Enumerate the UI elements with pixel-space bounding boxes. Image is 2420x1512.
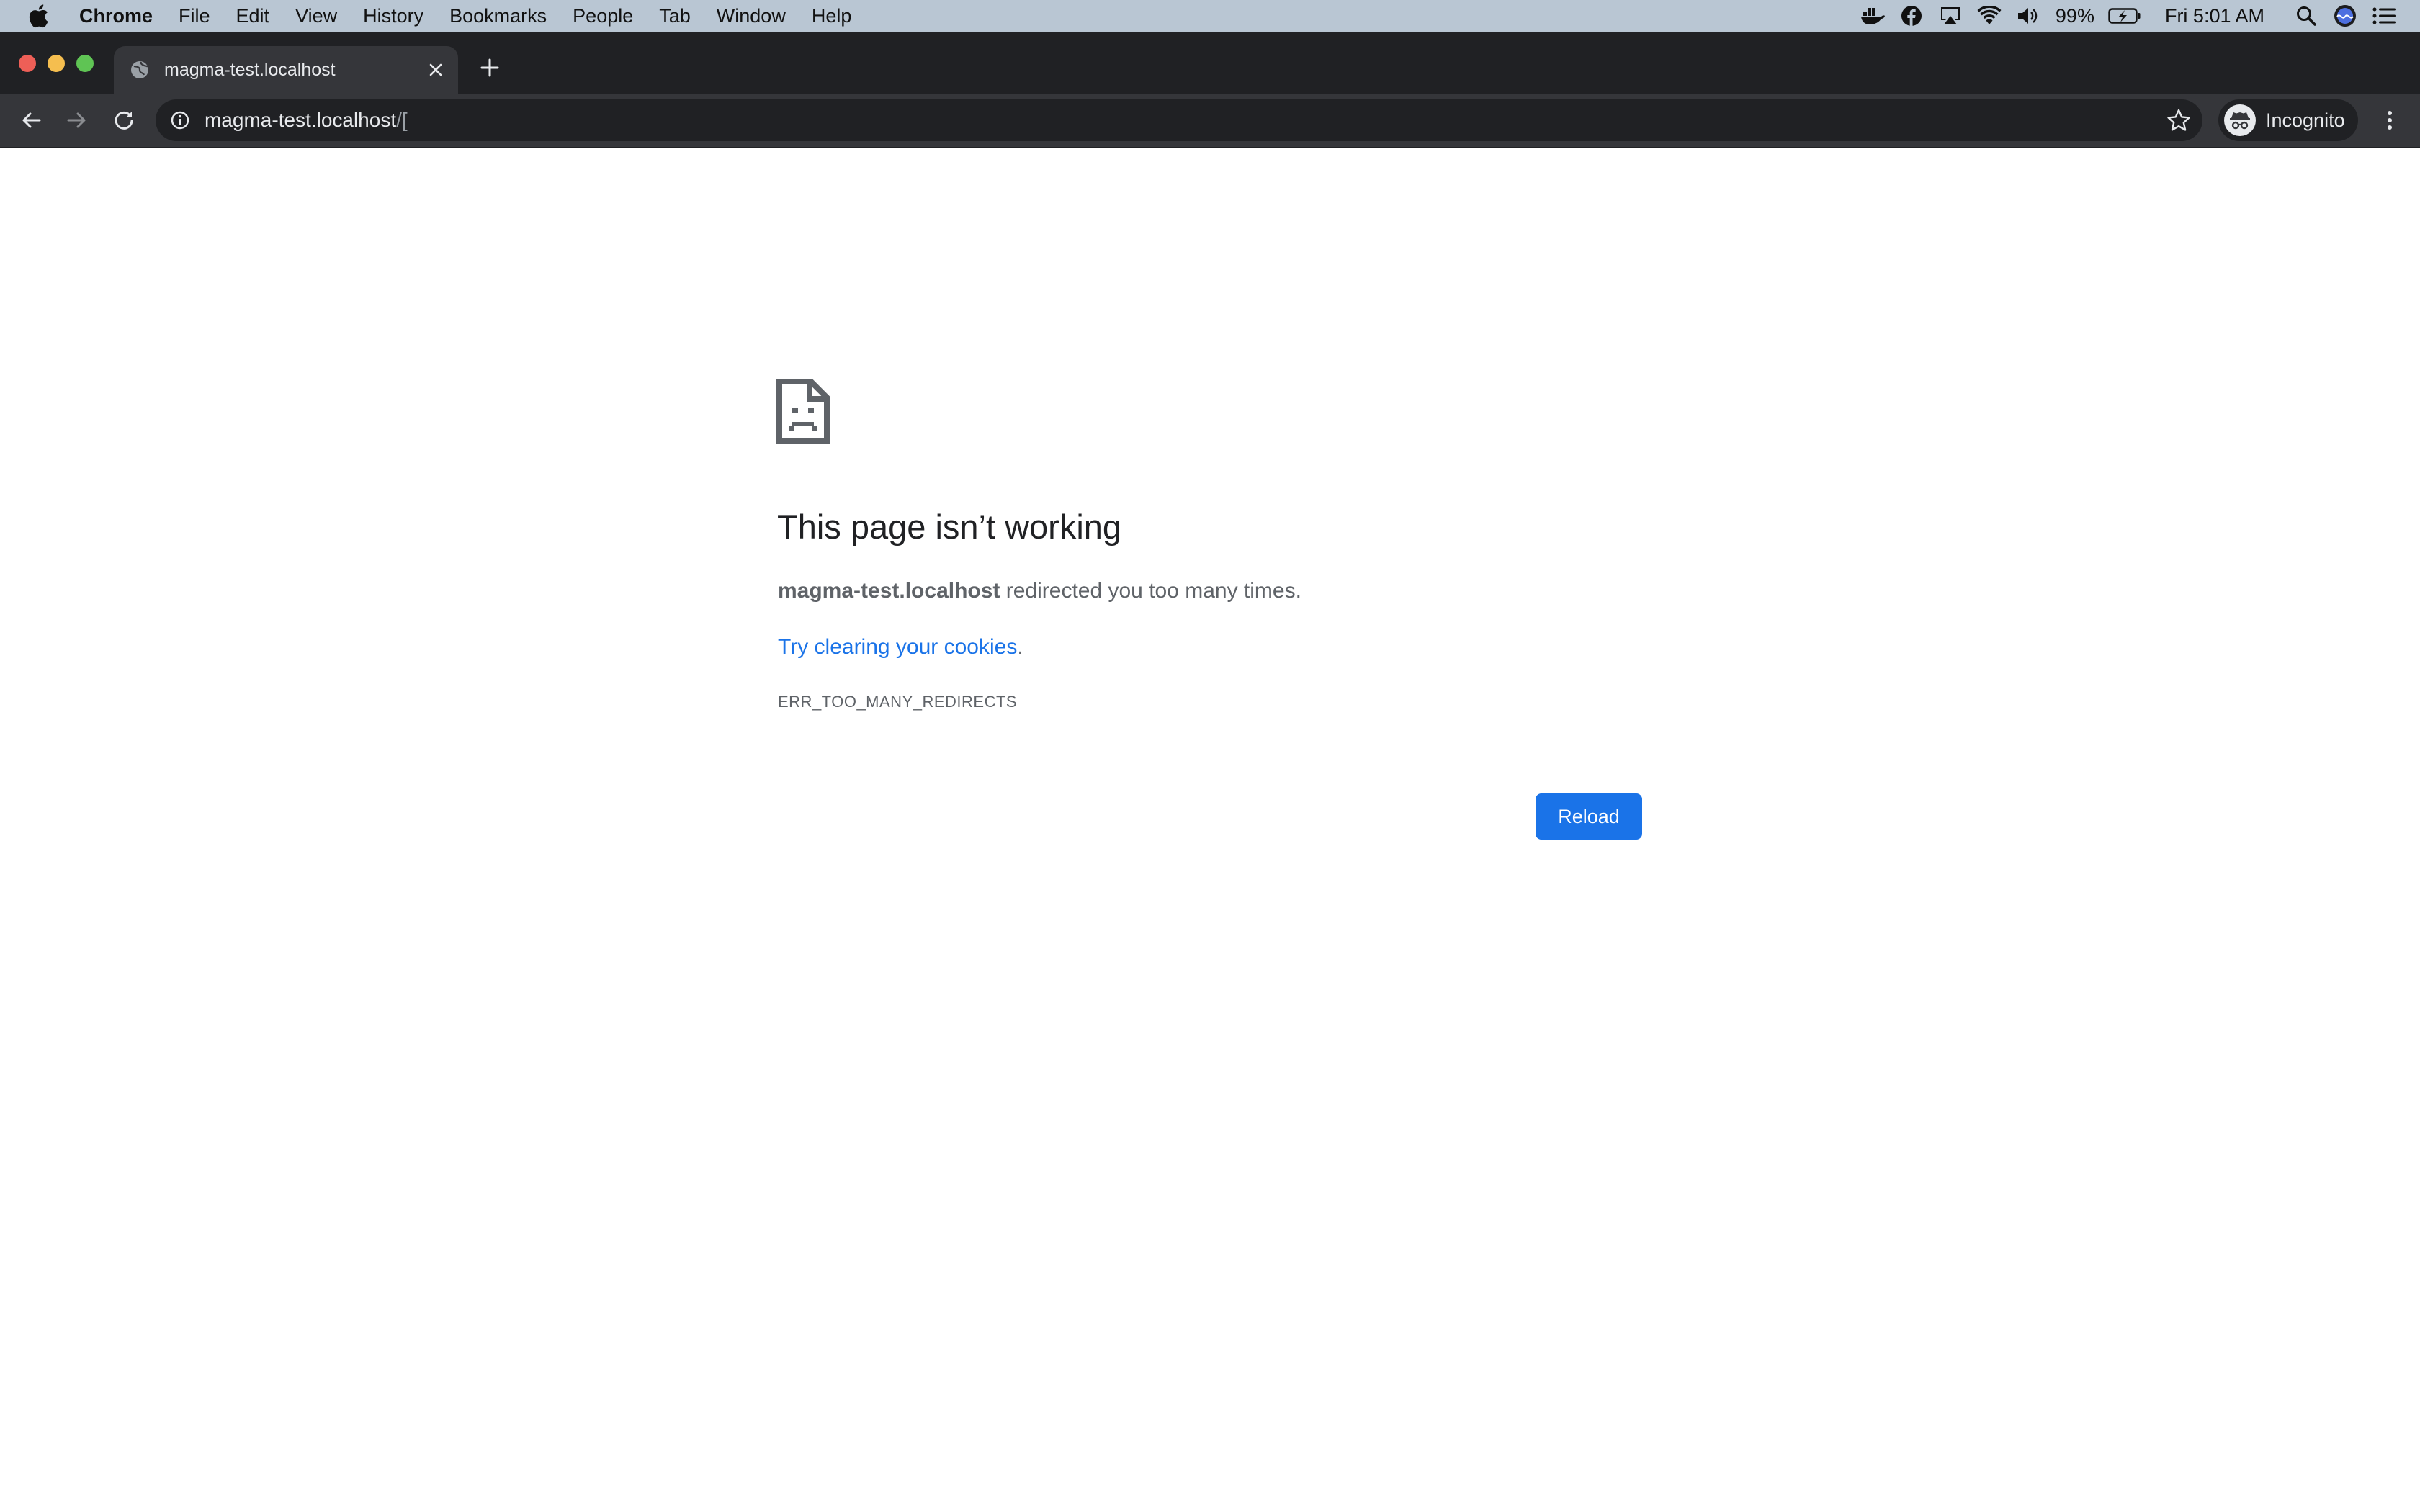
- apple-icon[interactable]: [27, 3, 50, 29]
- url-host: magma-test.localhost: [205, 109, 397, 131]
- page-content: This page isn’t working magma-test.local…: [0, 148, 2420, 1512]
- close-tab-icon[interactable]: [424, 58, 448, 82]
- forward-arrow-icon[interactable]: [59, 103, 94, 138]
- reload-button[interactable]: Reload: [1536, 793, 1642, 840]
- menu-people[interactable]: People: [573, 5, 633, 27]
- more-menu-icon[interactable]: [2375, 103, 2404, 138]
- menu-tab[interactable]: Tab: [659, 5, 691, 27]
- wifi-icon[interactable]: [1976, 3, 2002, 29]
- battery-percent: 99%: [2055, 4, 2094, 27]
- url-path: /[: [396, 109, 408, 131]
- incognito-profile-button[interactable]: Incognito: [2218, 99, 2358, 141]
- incognito-icon: [2224, 104, 2256, 136]
- menubar-clock[interactable]: Fri 5:01 AM: [2165, 5, 2264, 27]
- back-arrow-icon[interactable]: [14, 103, 49, 138]
- facebook-icon[interactable]: [1899, 3, 1924, 29]
- siri-icon[interactable]: [2332, 3, 2358, 29]
- menu-window[interactable]: Window: [717, 5, 786, 27]
- app-menu: Chrome File Edit View History Bookmarks …: [79, 5, 877, 27]
- mac-menu-bar: Chrome File Edit View History Bookmarks …: [0, 0, 2420, 32]
- menu-view[interactable]: View: [295, 5, 337, 27]
- docker-icon[interactable]: [1860, 3, 1886, 29]
- window-maximize-button[interactable]: [76, 55, 94, 72]
- reload-icon[interactable]: [107, 103, 141, 138]
- error-host: magma-test.localhost: [778, 579, 1000, 603]
- status-area: 99% Fri 5:01 AM: [1847, 0, 2397, 32]
- site-info-icon[interactable]: [170, 110, 190, 130]
- bookmark-star-icon[interactable]: [2166, 108, 2191, 132]
- error-code: ERR_TOO_MANY_REDIRECTS: [778, 693, 1018, 711]
- notification-center-icon[interactable]: [2371, 3, 2397, 29]
- sad-page-icon: [776, 379, 830, 444]
- address-bar[interactable]: magma-test.localhost/[: [156, 99, 2202, 141]
- error-summary: magma-test.localhost redirected you too …: [778, 579, 1301, 603]
- tab-title: magma-test.localhost: [164, 60, 336, 80]
- window-close-button[interactable]: [19, 55, 36, 72]
- url-text[interactable]: magma-test.localhost/[: [205, 99, 408, 141]
- error-suggestion: Try clearing your cookies.: [778, 635, 1023, 660]
- error-heading: This page isn’t working: [777, 508, 1122, 546]
- menu-edit[interactable]: Edit: [236, 5, 270, 27]
- tab-strip: magma-test.localhost: [0, 32, 2420, 94]
- menu-history[interactable]: History: [363, 5, 424, 27]
- menu-file[interactable]: File: [179, 5, 210, 27]
- battery-charging-icon[interactable]: [2107, 3, 2142, 29]
- globe-icon: [130, 60, 150, 80]
- menu-help[interactable]: Help: [812, 5, 852, 27]
- incognito-label: Incognito: [2266, 109, 2345, 131]
- new-tab-icon[interactable]: [475, 53, 504, 82]
- error-message: redirected you too many times.: [1000, 579, 1301, 603]
- spotlight-search-icon[interactable]: [2293, 3, 2319, 29]
- clear-cookies-link[interactable]: Try clearing your cookies: [778, 635, 1017, 659]
- suggestion-period: .: [1017, 635, 1023, 659]
- window-minimize-button[interactable]: [48, 55, 65, 72]
- volume-icon[interactable]: [2015, 3, 2041, 29]
- browser-toolbar: magma-test.localhost/[ Incognito: [0, 94, 2420, 148]
- airplay-icon[interactable]: [1937, 3, 1963, 29]
- menu-bookmarks[interactable]: Bookmarks: [449, 5, 547, 27]
- browser-tab[interactable]: magma-test.localhost: [114, 46, 458, 94]
- menu-chrome[interactable]: Chrome: [79, 5, 153, 27]
